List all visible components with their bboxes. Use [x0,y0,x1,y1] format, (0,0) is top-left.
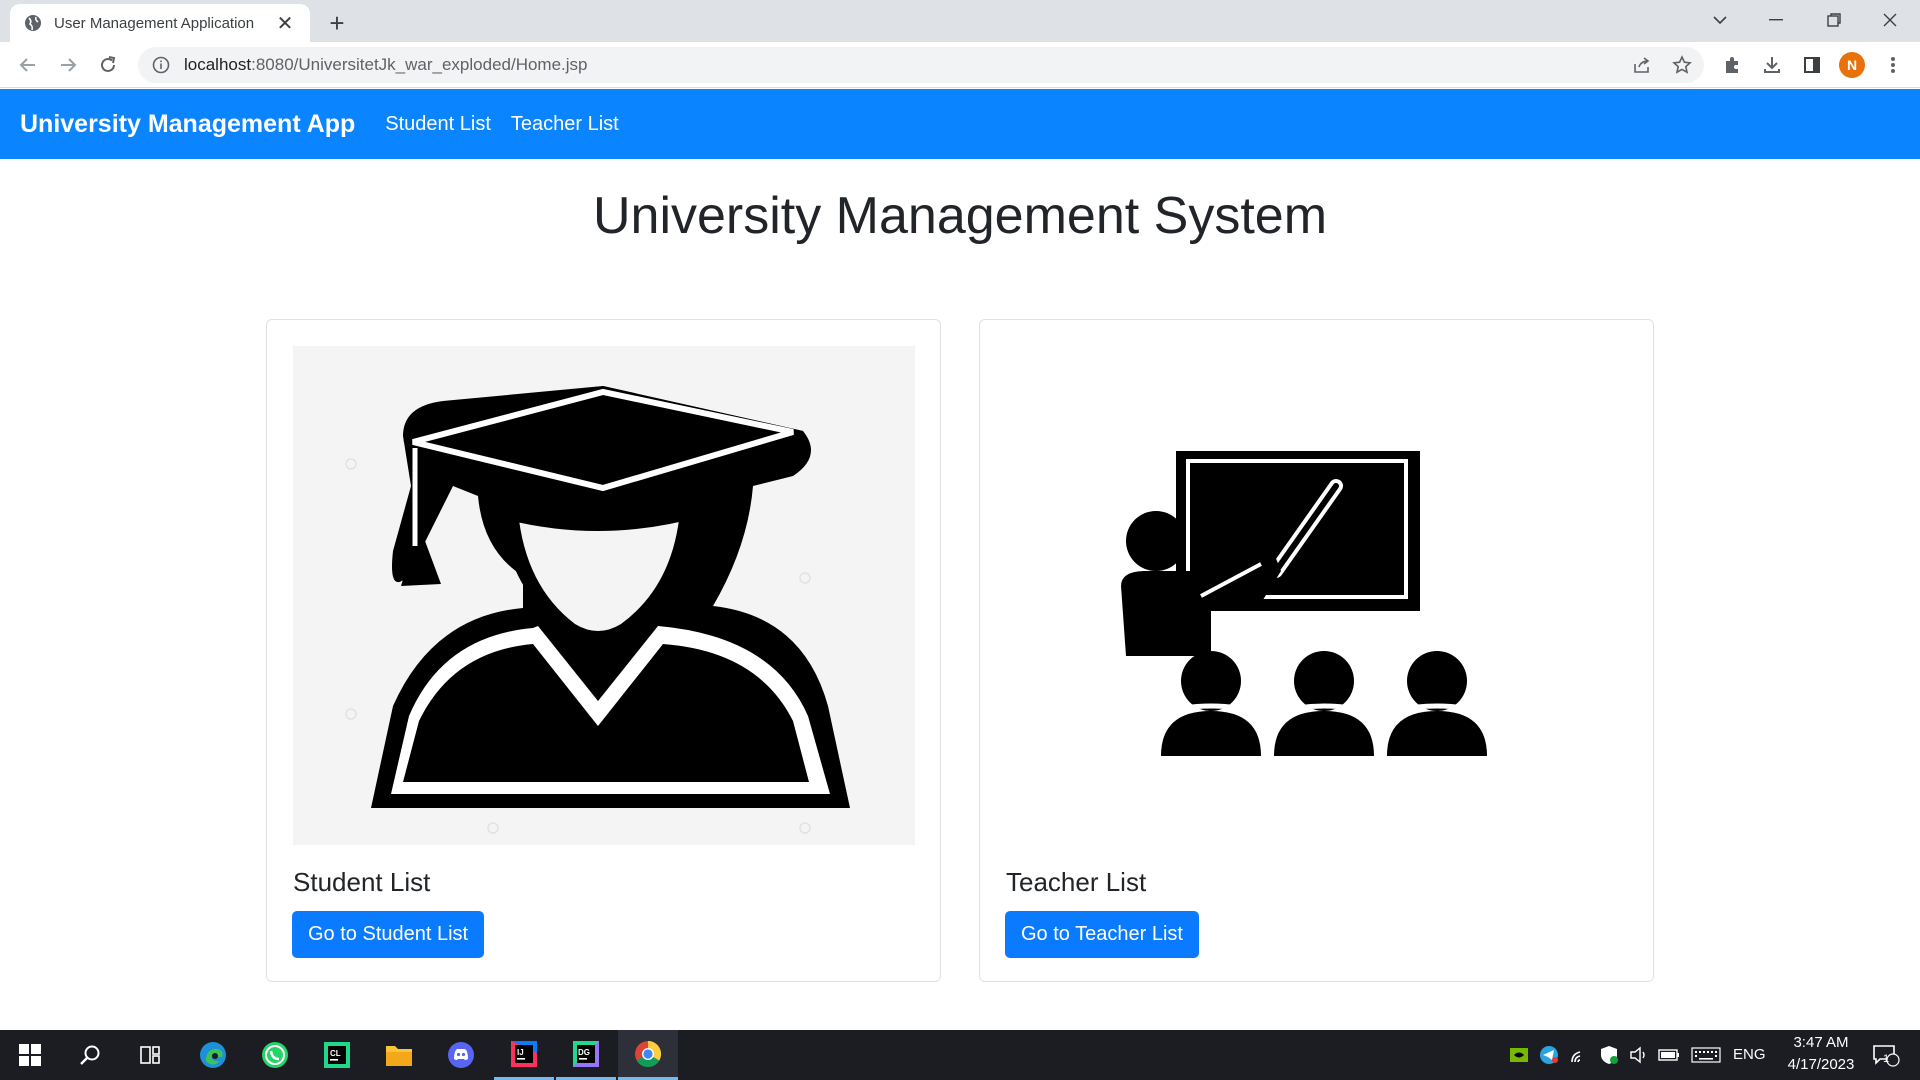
minimize-icon[interactable] [1748,0,1804,40]
go-to-student-list-button[interactable]: Go to Student List [292,911,485,958]
notification-count: 1 [1883,1053,1890,1065]
bookmark-star-icon[interactable] [1667,50,1697,80]
site-info-icon[interactable] [152,56,170,74]
teacher-card: Teacher List Go to Teacher List [979,319,1654,982]
network-icon[interactable] [1567,1043,1591,1067]
close-tab-icon[interactable]: ✕ [274,12,296,35]
browser-tab[interactable]: User Management Application ✕ [10,4,310,42]
close-window-icon[interactable] [1862,0,1918,40]
download-icon[interactable] [1757,50,1787,80]
file-explorer-icon[interactable] [369,1030,429,1080]
teacher-classroom-icon [1006,346,1628,845]
profile-avatar[interactable]: N [1837,50,1867,80]
navbar-brand[interactable]: University Management App [20,110,355,139]
card-title-student: Student List [293,867,431,897]
card-title-teacher: Teacher List [1006,867,1147,897]
windows-taskbar: CL IJ DG ENG 3:47 AM 4/17/2023 1 [0,1030,1920,1080]
url-text: localhost:8080/UniversitetJk_war_explode… [184,55,588,75]
clock-date[interactable]: 4/17/2023 [1776,1056,1866,1073]
intellij-idea-icon[interactable]: IJ [494,1030,554,1080]
new-tab-button[interactable]: + [322,8,352,38]
edge-browser-icon[interactable] [183,1030,243,1080]
globe-icon [24,14,42,32]
battery-icon[interactable] [1657,1043,1681,1067]
address-bar[interactable]: localhost:8080/UniversitetJk_war_explode… [138,47,1704,83]
chrome-menu-icon[interactable] [1878,50,1908,80]
tab-title: User Management Application [54,14,255,32]
forward-arrow-icon[interactable] [52,49,84,81]
restore-icon[interactable] [1806,0,1862,40]
telegram-tray-icon[interactable] [1537,1043,1561,1067]
page-title: University Management System [592,187,1328,245]
extensions-puzzle-icon[interactable] [1717,50,1747,80]
task-view-icon[interactable] [120,1030,180,1080]
security-shield-icon[interactable] [1597,1043,1621,1067]
share-icon[interactable] [1627,50,1657,80]
browser-toolbar: localhost:8080/UniversitetJk_war_explode… [0,42,1920,88]
clion-icon[interactable]: CL [307,1030,367,1080]
chrome-icon[interactable] [618,1030,678,1080]
reload-icon[interactable] [92,49,124,81]
volume-icon[interactable] [1627,1043,1651,1067]
nvidia-tray-icon[interactable] [1507,1043,1531,1067]
profile-initial: N [1839,52,1865,78]
svg-text:CL: CL [330,1049,341,1058]
student-graduate-icon [293,346,915,845]
site-navbar: University Management App Student List T… [0,89,1920,159]
svg-text:DG: DG [578,1048,590,1057]
go-to-teacher-list-button[interactable]: Go to Teacher List [1005,911,1199,958]
nav-link-teacher-list[interactable]: Teacher List [511,113,619,136]
back-arrow-icon[interactable] [12,49,44,81]
tab-search-icon[interactable] [1692,0,1748,40]
browser-tab-strip: User Management Application ✕ + [0,0,1920,42]
input-language[interactable]: ENG [1733,1046,1766,1063]
windows-start-icon[interactable] [0,1030,60,1080]
url-host: localhost [184,55,252,74]
svg-text:IJ: IJ [517,1048,524,1057]
search-icon[interactable] [60,1030,120,1080]
whatsapp-icon[interactable] [245,1030,305,1080]
discord-icon[interactable] [431,1030,491,1080]
side-panel-icon[interactable] [1797,50,1827,80]
student-card: Student List Go to Student List [266,319,941,982]
datagrip-icon[interactable]: DG [556,1030,616,1080]
url-path: :8080/UniversitetJk_war_exploded/Home.js… [251,55,588,74]
nav-link-student-list[interactable]: Student List [385,113,491,136]
keyboard-icon[interactable] [1690,1043,1722,1067]
clock-time[interactable]: 3:47 AM [1786,1034,1856,1051]
